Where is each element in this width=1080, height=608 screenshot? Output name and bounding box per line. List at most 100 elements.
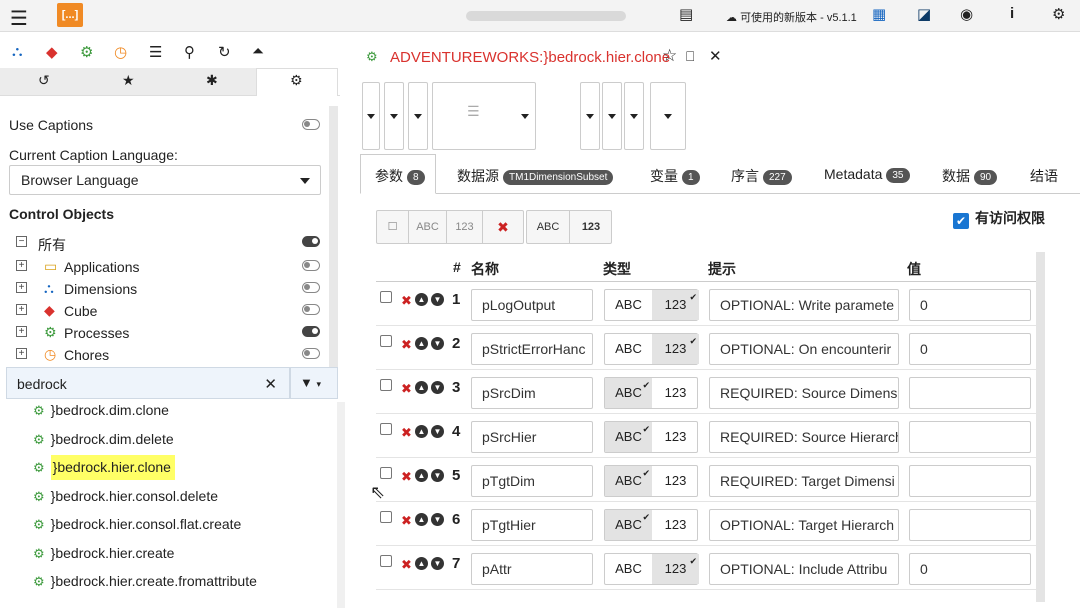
move-up-icon[interactable]: ▲ bbox=[415, 513, 428, 526]
refresh-icon[interactable]: ↻ bbox=[218, 43, 231, 61]
tab-data[interactable]: 数据 90 bbox=[942, 166, 998, 186]
history-tab-icon[interactable]: ↺ bbox=[38, 72, 50, 89]
delete-row-icon[interactable]: ✖ bbox=[401, 469, 412, 485]
toggle-all[interactable] bbox=[302, 236, 320, 247]
delete-row-icon[interactable]: ✖ bbox=[401, 557, 412, 573]
toolbar-dropdown-2[interactable] bbox=[384, 82, 404, 150]
delete-row-icon[interactable]: ✖ bbox=[401, 513, 412, 529]
toolbar-dropdown-3[interactable] bbox=[408, 82, 428, 150]
row-checkbox[interactable] bbox=[380, 291, 392, 303]
param-hint-input[interactable]: OPTIONAL: Write paramete bbox=[709, 289, 899, 321]
add-abc-param-button[interactable]: ABC bbox=[527, 211, 570, 243]
filter-button[interactable]: ▼ ▾ bbox=[290, 367, 338, 399]
param-name-input[interactable]: pTgtHier bbox=[471, 509, 593, 541]
document-tab[interactable]: ⚙ ADVENTUREWORKS:}bedrock.hier.clone ☆ ⎕… bbox=[350, 38, 730, 72]
param-value-input[interactable]: 0 bbox=[909, 289, 1031, 321]
expand-icon[interactable]: + bbox=[16, 260, 27, 271]
param-name-input[interactable]: pSrcDim bbox=[471, 377, 593, 409]
chart-icon[interactable]: ▦ bbox=[872, 5, 886, 23]
type-num-option[interactable]: 123 bbox=[652, 282, 699, 320]
move-up-icon[interactable]: ▲ bbox=[415, 381, 428, 394]
toggle-dimensions[interactable] bbox=[302, 282, 320, 293]
info-icon[interactable]: i bbox=[1010, 5, 1014, 22]
type-abc-option[interactable]: ABC bbox=[605, 554, 652, 584]
tab-prolog[interactable]: 序言 227 bbox=[731, 166, 792, 186]
hamburger-menu-icon[interactable]: ☰ bbox=[10, 6, 28, 31]
type-abc-option[interactable]: ABC bbox=[605, 290, 652, 320]
type-num-option[interactable]: 123 bbox=[652, 546, 699, 584]
process-item[interactable]: ⚙}bedrock.dim.delete bbox=[33, 431, 174, 453]
move-down-icon[interactable]: ▼ bbox=[431, 557, 444, 570]
delete-row-icon[interactable]: ✖ bbox=[401, 381, 412, 397]
toolbar-dropdown-4[interactable] bbox=[580, 82, 600, 150]
row-checkbox[interactable] bbox=[380, 555, 392, 567]
param-value-input[interactable]: 0 bbox=[909, 553, 1031, 585]
move-down-icon[interactable]: ▼ bbox=[431, 337, 444, 350]
row-checkbox[interactable] bbox=[380, 423, 392, 435]
row-checkbox[interactable] bbox=[380, 467, 392, 479]
settings-scrollbar[interactable] bbox=[329, 106, 338, 368]
process-list-scrollbar[interactable] bbox=[337, 402, 345, 608]
update-notice[interactable]: ☁ 可使用的新版本 - v5.1.1 bbox=[726, 9, 857, 25]
favorites-tab-icon[interactable]: ★ bbox=[122, 72, 135, 89]
param-name-input[interactable]: pStrictErrorHanc bbox=[471, 333, 593, 365]
num-type-button[interactable]: 123 bbox=[447, 211, 483, 243]
param-hint-input[interactable]: OPTIONAL: On encounterir bbox=[709, 333, 899, 365]
toggle-applications[interactable] bbox=[302, 260, 320, 271]
move-down-icon[interactable]: ▼ bbox=[431, 293, 444, 306]
tab-variables[interactable]: 变量 1 bbox=[650, 166, 700, 186]
process-item-selected[interactable]: ⚙}bedrock.hier.clone bbox=[33, 455, 175, 481]
toggle-cube[interactable] bbox=[302, 304, 320, 315]
cube-icon[interactable]: ◆ bbox=[46, 43, 58, 61]
param-name-input[interactable]: pTgtDim bbox=[471, 465, 593, 497]
delete-row-icon[interactable]: ✖ bbox=[401, 425, 412, 441]
params-scrollbar[interactable] bbox=[1036, 252, 1045, 602]
type-num-option[interactable]: 123 bbox=[652, 510, 699, 540]
type-abc-option[interactable]: ABC bbox=[605, 370, 652, 408]
use-captions-toggle[interactable] bbox=[302, 119, 320, 130]
toggle-processes[interactable] bbox=[302, 326, 320, 337]
user-icon[interactable]: ◉ bbox=[960, 5, 973, 23]
toolbar-dropdown-6[interactable] bbox=[624, 82, 644, 150]
search-input[interactable]: bedrock ✕ bbox=[6, 367, 290, 399]
process-icon[interactable]: ⚙ bbox=[80, 43, 93, 61]
access-checkbox[interactable]: ✔ 有访问权限 bbox=[953, 208, 1045, 229]
close-icon[interactable]: ✕ bbox=[709, 47, 722, 65]
param-hint-input[interactable]: OPTIONAL: Include Attribu bbox=[709, 553, 899, 585]
toolbar-dropdown-7[interactable] bbox=[650, 82, 686, 150]
id-card-icon[interactable]: ▤ bbox=[679, 5, 693, 23]
param-name-input[interactable]: pSrcHier bbox=[471, 421, 593, 453]
toggle-chores[interactable] bbox=[302, 348, 320, 359]
delete-row-icon[interactable]: ✖ bbox=[401, 293, 412, 309]
move-up-icon[interactable]: ▲ bbox=[415, 293, 428, 306]
expand-icon[interactable]: + bbox=[16, 348, 27, 359]
search-icon[interactable]: ⚲ bbox=[184, 43, 195, 61]
star-icon[interactable]: ☆ bbox=[662, 46, 677, 66]
dashboard-icon[interactable]: ◪ bbox=[917, 5, 931, 23]
collapse-icon[interactable]: ⏶ bbox=[252, 43, 264, 60]
move-down-icon[interactable]: ▼ bbox=[431, 425, 444, 438]
toolbar-dropdown-1[interactable] bbox=[362, 82, 380, 150]
move-down-icon[interactable]: ▼ bbox=[431, 381, 444, 394]
bookmark-icon[interactable]: ⎕ bbox=[686, 48, 694, 65]
param-name-input[interactable]: pAttr bbox=[471, 553, 593, 585]
expand-icon[interactable]: + bbox=[16, 282, 27, 293]
toolbar-dropdown-5[interactable] bbox=[602, 82, 622, 150]
move-up-icon[interactable]: ▲ bbox=[415, 337, 428, 350]
row-checkbox[interactable] bbox=[380, 379, 392, 391]
abc-type-button[interactable]: ABC bbox=[409, 211, 447, 243]
select-all-checkbox[interactable]: ☐ bbox=[377, 211, 409, 243]
type-num-option[interactable]: 123 bbox=[652, 466, 699, 496]
process-item[interactable]: ⚙}bedrock.hier.consol.delete bbox=[33, 488, 218, 510]
delete-icon[interactable]: ✖ bbox=[483, 211, 523, 243]
row-checkbox[interactable] bbox=[380, 335, 392, 347]
param-value-input[interactable] bbox=[909, 465, 1031, 497]
expand-icon[interactable]: + bbox=[16, 304, 27, 315]
param-value-input[interactable] bbox=[909, 377, 1031, 409]
clear-search-icon[interactable]: ✕ bbox=[264, 375, 277, 393]
move-down-icon[interactable]: ▼ bbox=[431, 513, 444, 526]
hierarchy-icon[interactable]: ⛬ bbox=[12, 43, 23, 60]
expand-icon[interactable]: + bbox=[16, 326, 27, 337]
type-abc-option[interactable]: ABC bbox=[605, 502, 652, 540]
type-num-option[interactable]: 123 bbox=[652, 326, 699, 364]
